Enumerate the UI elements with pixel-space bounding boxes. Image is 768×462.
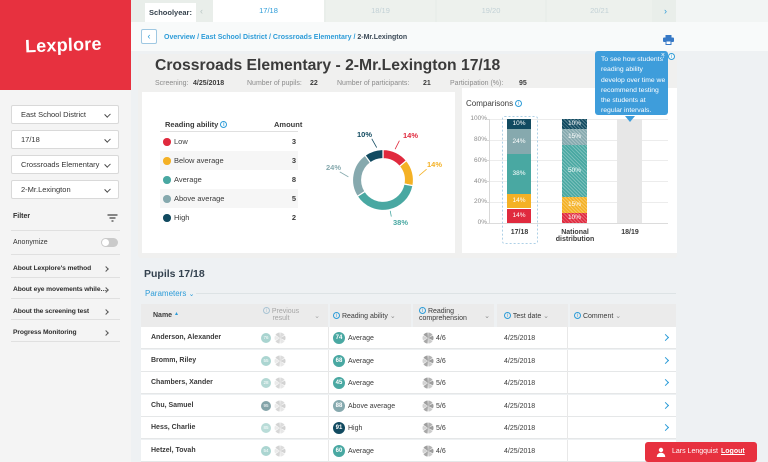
- svg-text:10%: 10%: [357, 130, 372, 139]
- svg-text:14%: 14%: [427, 160, 442, 169]
- svg-text:24%: 24%: [326, 163, 341, 172]
- svg-text:38%: 38%: [393, 218, 408, 227]
- svg-text:14%: 14%: [403, 131, 418, 140]
